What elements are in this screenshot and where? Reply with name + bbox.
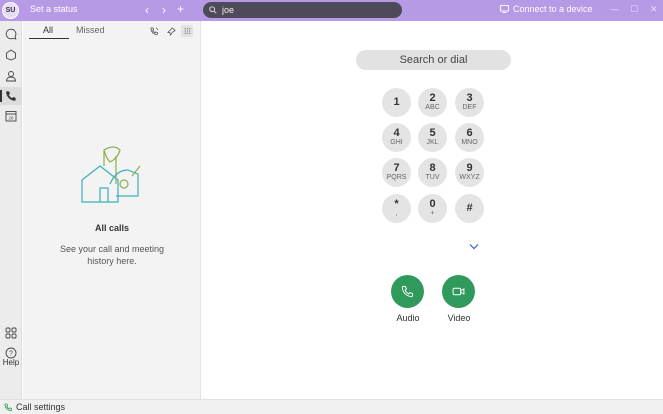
key-digit: 0 (429, 198, 436, 210)
dialpad-key-star[interactable]: *, (382, 194, 411, 223)
key-letters: PQRS (386, 174, 407, 181)
rail-item-teams[interactable] (0, 46, 22, 64)
video-icon (452, 287, 465, 296)
calendar-icon: 26 (5, 111, 17, 122)
audio-call-label: Audio (396, 313, 420, 323)
dialpad-icon (184, 27, 190, 34)
empty-state-description: See your call and meeting history here. (59, 244, 165, 266)
dialpad-key-3[interactable]: 3 DEF (455, 88, 484, 117)
connect-device-button[interactable]: Connect to a device (500, 4, 593, 14)
search-or-dial-input[interactable]: Search or dial (356, 50, 511, 70)
video-call-label: Video (447, 313, 471, 323)
team-icon (6, 49, 16, 61)
help-label: Help (2, 358, 20, 367)
key-letters: GHI (390, 139, 403, 146)
dialpad-key-hash[interactable]: # (455, 194, 484, 223)
phone-filter-icon (150, 27, 158, 35)
dialpad-key-1[interactable]: 1 (382, 88, 411, 117)
key-digit: 3 (466, 92, 473, 104)
connect-device-label: Connect to a device (513, 4, 593, 14)
dialpad-key-2[interactable]: 2 ABC (418, 88, 447, 117)
title-bar: SU Set a status ‹ › + Connect to a devic… (0, 0, 663, 21)
key-letters: JKL (426, 139, 439, 146)
contacts-icon (6, 71, 16, 82)
svg-text:26: 26 (8, 116, 14, 121)
key-digit: 8 (429, 162, 436, 174)
chevron-down-icon[interactable] (469, 243, 479, 250)
pin-icon (166, 26, 176, 36)
dialpad-key-4[interactable]: 4 GHI (382, 123, 411, 152)
minimize-button[interactable]: — (610, 4, 619, 14)
key-digit: # (466, 202, 473, 214)
key-digit: 7 (393, 162, 400, 174)
navigation-rail: 26 ? Help (0, 21, 22, 399)
dialpad-key-8[interactable]: 8 TUV (418, 158, 447, 187)
key-letters: DEF (462, 104, 477, 111)
key-digit: * (394, 198, 399, 210)
key-digit: 1 (393, 96, 400, 108)
key-letters: WXYZ (459, 174, 480, 181)
search-bar[interactable] (203, 2, 402, 18)
dialpad-key-7[interactable]: 7 PQRS (382, 158, 411, 187)
tab-missed[interactable]: Missed (76, 25, 105, 35)
key-digit: 5 (429, 127, 436, 139)
key-letters: MNO (461, 139, 478, 146)
rail-item-contacts[interactable] (0, 67, 22, 85)
key-letters: + (430, 210, 435, 217)
dialpad-key-9[interactable]: 9 WXYZ (455, 158, 484, 187)
calling-icon (6, 91, 16, 101)
back-button[interactable]: ‹ (145, 3, 149, 17)
voicemail-filter-button[interactable] (148, 25, 160, 37)
calls-panel: All Missed All calls See your call and m… (23, 21, 201, 399)
new-button[interactable]: + (177, 2, 184, 16)
close-button[interactable]: ✕ (650, 4, 658, 15)
key-digit: 4 (393, 127, 400, 139)
key-digit: 6 (466, 127, 473, 139)
device-icon (500, 5, 509, 13)
key-letters: TUV (425, 174, 440, 181)
dialpad-key-5[interactable]: 5 JKL (418, 123, 447, 152)
apps-icon (5, 327, 17, 339)
rail-item-messaging[interactable] (0, 25, 22, 43)
rail-item-calling[interactable] (0, 87, 22, 105)
dialpad-key-6[interactable]: 6 MNO (455, 123, 484, 152)
audio-call-button[interactable] (391, 275, 424, 308)
call-settings-label: Call settings (16, 402, 66, 412)
tab-all[interactable]: All (43, 25, 53, 35)
set-status-button[interactable]: Set a status (30, 4, 78, 14)
svg-text:?: ? (9, 351, 13, 358)
chat-icon (5, 28, 17, 40)
phone-icon (401, 285, 414, 298)
dialpad-area: Search or dial 1 2 ABC 3 DEF 4 GHI 5 JKL 6 MN… (201, 21, 663, 399)
tab-selected-indicator (29, 38, 69, 39)
dialpad-key-0[interactable]: 0 + (418, 194, 447, 223)
video-call-button[interactable] (442, 275, 475, 308)
calls-illustration (81, 146, 141, 203)
call-settings-bar[interactable]: Call settings (0, 399, 663, 414)
rail-item-calendar[interactable]: 26 (0, 107, 22, 125)
pin-filter-button[interactable] (165, 25, 177, 37)
search-input[interactable] (222, 5, 392, 15)
key-digit: 9 (466, 162, 473, 174)
key-digit: 2 (429, 92, 436, 104)
dialpad-toggle-button[interactable] (181, 25, 193, 37)
empty-state-title: All calls (94, 223, 130, 233)
maximize-button[interactable]: ☐ (630, 4, 638, 15)
key-letters: , (395, 210, 398, 217)
search-icon (209, 6, 217, 14)
call-settings-icon (4, 402, 12, 411)
forward-button[interactable]: › (162, 3, 166, 17)
key-letters: ABC (425, 104, 440, 111)
rail-item-apps[interactable] (0, 324, 22, 342)
avatar[interactable]: SU (2, 2, 19, 19)
